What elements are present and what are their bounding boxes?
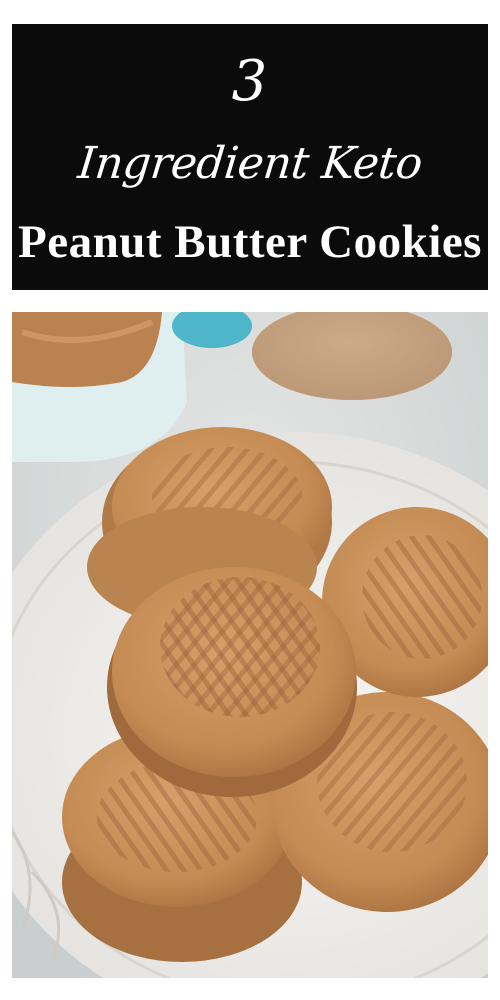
cookie-front-center xyxy=(107,567,357,797)
cookies-photo xyxy=(12,312,488,978)
pin-image: 3 Ingredient Keto Peanut Butter Cookies xyxy=(0,0,500,1000)
title-banner: 3 Ingredient Keto Peanut Butter Cookies xyxy=(12,24,488,290)
title-subtitle: Ingredient Keto xyxy=(75,138,425,189)
title-number: 3 xyxy=(231,49,269,114)
cookies-illustration xyxy=(12,312,488,978)
title-main: Peanut Butter Cookies xyxy=(18,216,482,268)
